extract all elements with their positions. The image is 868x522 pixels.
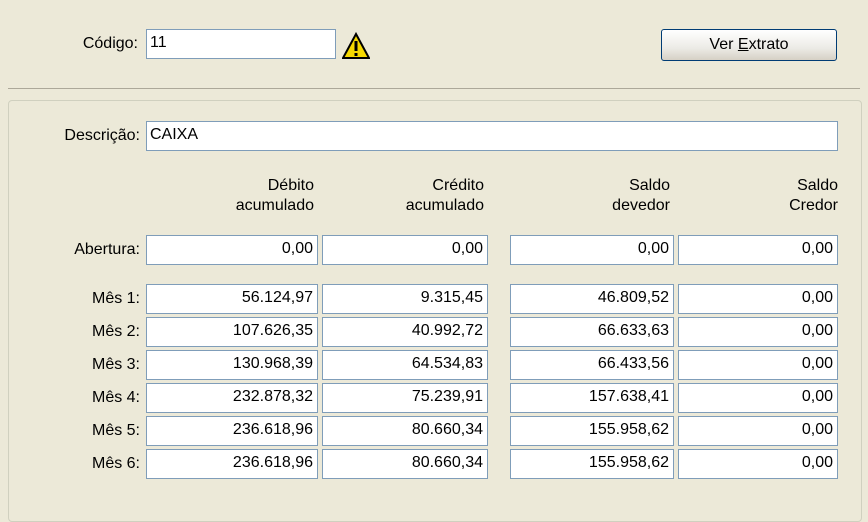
row-label-abertura: Abertura: [74,241,140,258]
mes-1-saldo-credor-field[interactable]: 0,00 [678,284,838,314]
ver-extrato-label-pre: Ver [709,36,738,53]
descricao-label: Descrição: [64,127,140,144]
col-header-debito: Débito acumulado [235,177,314,214]
row-label-mes-2: Mês 2: [91,323,140,340]
codigo-label: Código: [82,35,138,52]
mes-4-saldo-devedor-field[interactable]: 157.638,41 [510,383,674,413]
mes-5-credito-field[interactable]: 80.660,34 [322,416,488,446]
mes-6-saldo-credor-field[interactable]: 0,00 [678,449,838,479]
abertura-saldo-credor-field[interactable]: 0,00 [678,235,838,265]
mes-2-saldo-devedor-field[interactable]: 66.633,63 [510,317,674,347]
ver-extrato-button[interactable]: Ver Extrato [661,29,837,61]
row-label-mes-6: Mês 6: [91,455,140,472]
mes-4-debito-field[interactable]: 232.878,32 [146,383,318,413]
mes-1-debito-field[interactable]: 56.124,97 [146,284,318,314]
mes-6-saldo-devedor-field[interactable]: 155.958,62 [510,449,674,479]
mes-4-saldo-credor-field[interactable]: 0,00 [678,383,838,413]
row-label-mes-3: Mês 3: [91,356,140,373]
row-label-mes-5: Mês 5: [91,422,140,439]
mes-6-credito-field[interactable]: 80.660,34 [322,449,488,479]
col-header-credito: Crédito acumulado [405,177,484,214]
row-label-mes-1: Mês 1: [91,290,140,307]
mes-5-debito-field[interactable]: 236.618,96 [146,416,318,446]
mes-1-credito-field[interactable]: 9.315,45 [322,284,488,314]
mes-3-credito-field[interactable]: 64.534,83 [322,350,488,380]
mes-1-saldo-devedor-field[interactable]: 46.809,52 [510,284,674,314]
row-label-mes-4: Mês 4: [91,389,140,406]
mes-4-credito-field[interactable]: 75.239,91 [322,383,488,413]
abertura-debito-field[interactable]: 0,00 [146,235,318,265]
warning-triangle-icon [342,32,370,59]
col-header-saldo-devedor: Saldo devedor [612,177,670,214]
mes-2-credito-field[interactable]: 40.992,72 [322,317,488,347]
codigo-input[interactable]: 11 [146,29,336,59]
mes-6-debito-field[interactable]: 236.618,96 [146,449,318,479]
mes-5-saldo-credor-field[interactable]: 0,00 [678,416,838,446]
abertura-saldo-devedor-field[interactable]: 0,00 [510,235,674,265]
ver-extrato-accel: E [737,36,749,53]
abertura-credito-field[interactable]: 0,00 [322,235,488,265]
mes-3-saldo-devedor-field[interactable]: 66.433,56 [510,350,674,380]
mes-3-debito-field[interactable]: 130.968,39 [146,350,318,380]
mes-3-saldo-credor-field[interactable]: 0,00 [678,350,838,380]
mes-5-saldo-devedor-field[interactable]: 155.958,62 [510,416,674,446]
mes-2-debito-field[interactable]: 107.626,35 [146,317,318,347]
mes-2-saldo-credor-field[interactable]: 0,00 [678,317,838,347]
descricao-input[interactable]: CAIXA [146,121,838,151]
ver-extrato-label-post: xtrato [748,36,789,53]
col-header-saldo-credor: Saldo Credor [789,177,838,214]
